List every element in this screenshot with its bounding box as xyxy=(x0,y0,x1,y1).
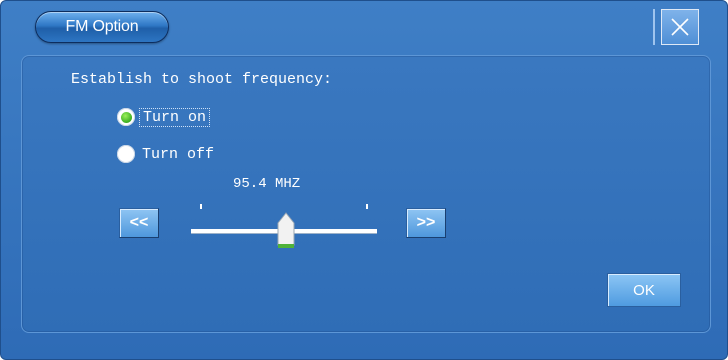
radio-circle[interactable] xyxy=(117,145,135,163)
radio-dot-icon xyxy=(120,111,132,123)
prev-frequency-button[interactable]: << xyxy=(119,208,159,238)
section-heading: Establish to shoot frequency: xyxy=(71,71,333,88)
next-frequency-button[interactable]: >> xyxy=(406,208,446,238)
slider-thumb-icon xyxy=(277,212,295,248)
radio-label-turn-on: Turn on xyxy=(139,107,211,127)
frequency-readout: 95.4 MHZ xyxy=(233,176,301,192)
radio-label-turn-off: Turn off xyxy=(142,145,215,163)
fm-option-dialog: FM Option Establish to shoot frequency: … xyxy=(0,0,728,360)
dialog-title: FM Option xyxy=(35,11,169,43)
radio-turn-off[interactable]: Turn off xyxy=(117,143,217,165)
radio-circle-selected[interactable] xyxy=(117,108,135,126)
frequency-slider-thumb[interactable] xyxy=(276,212,296,255)
title-separator xyxy=(653,9,655,45)
radio-turn-on[interactable]: Turn on xyxy=(117,106,211,128)
close-x-icon xyxy=(671,18,689,36)
ok-button[interactable]: OK xyxy=(607,273,681,307)
close-button[interactable] xyxy=(661,9,699,45)
slider-tick-left xyxy=(200,204,202,209)
slider-tick-right xyxy=(366,204,368,209)
